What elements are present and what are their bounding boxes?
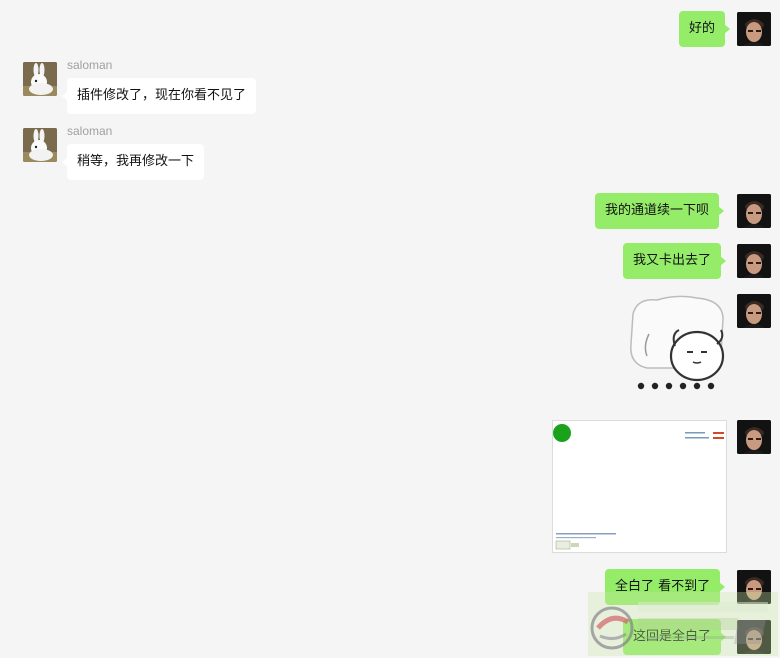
avatar[interactable] — [23, 128, 57, 162]
avatar[interactable] — [737, 244, 771, 278]
avatar[interactable] — [737, 194, 771, 228]
message-bubble[interactable]: 我又卡出去了 — [623, 243, 727, 279]
cartoon-sticker-icon — [627, 294, 727, 394]
message-bubble[interactable]: 插件修改了，现在你看不见了 — [61, 78, 257, 114]
avatar[interactable] — [737, 294, 771, 328]
rabbit-icon — [23, 62, 57, 96]
screenshot-thumbnail-icon — [553, 421, 726, 552]
man-portrait-icon — [737, 294, 771, 328]
message-bubble[interactable]: 稍等，我再修改一下 — [61, 144, 205, 180]
avatar[interactable] — [23, 62, 57, 96]
man-portrait-icon — [737, 12, 771, 46]
message-bubble[interactable]: 我的通道续一下呗 — [595, 193, 725, 229]
rabbit-icon — [23, 128, 57, 162]
message-bubble[interactable]: 好的 — [679, 11, 731, 47]
watermark-logo-icon — [588, 592, 778, 656]
screenshot-image[interactable] — [552, 420, 727, 553]
man-portrait-icon — [737, 194, 771, 228]
avatar[interactable] — [737, 12, 771, 46]
man-portrait-icon — [737, 420, 771, 454]
sender-name: saloman — [67, 124, 113, 138]
sticker-image[interactable] — [627, 294, 727, 394]
man-portrait-icon — [737, 244, 771, 278]
avatar[interactable] — [737, 420, 771, 454]
watermark-logo — [588, 592, 778, 656]
sender-name: saloman — [67, 58, 113, 72]
